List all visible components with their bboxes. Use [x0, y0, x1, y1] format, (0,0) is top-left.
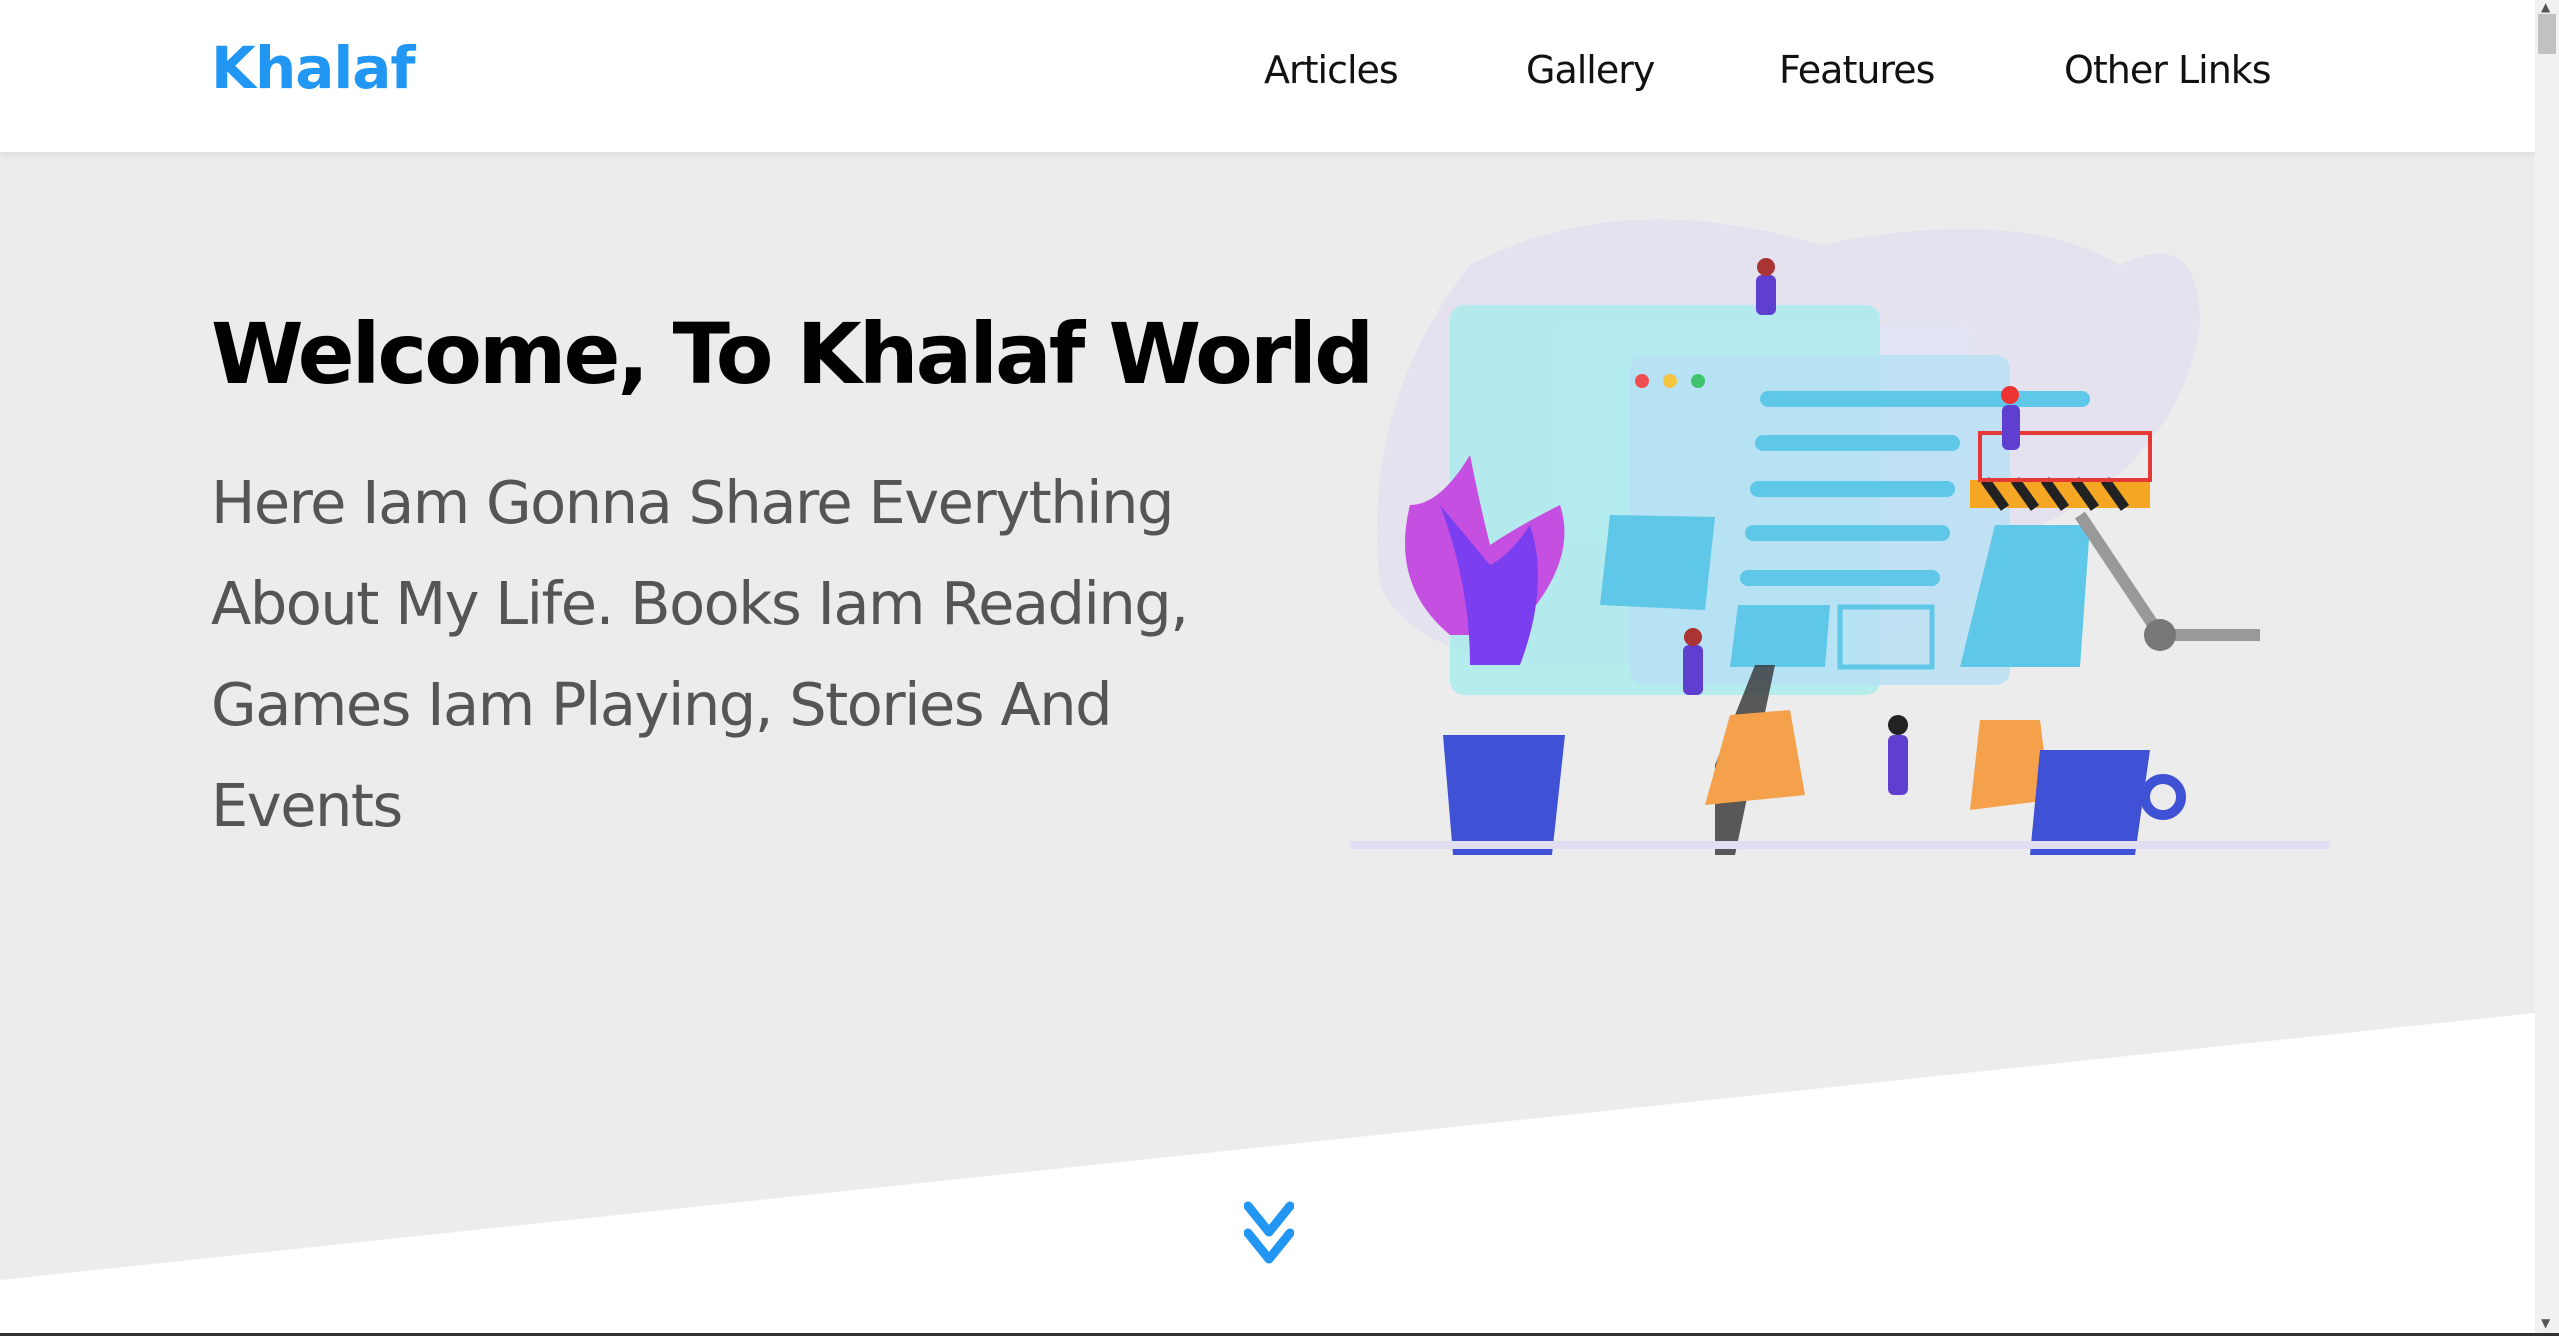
- vertical-scrollbar[interactable]: ▲ ▼: [2535, 0, 2559, 1333]
- hero-illustration: [1350, 219, 2330, 855]
- scrollbar-thumb[interactable]: [2538, 14, 2556, 54]
- nav-articles[interactable]: Articles: [1264, 48, 1399, 92]
- nav-features[interactable]: Features: [1779, 48, 1935, 92]
- site-header: Khalaf Articles Gallery Features Other L…: [0, 0, 2535, 152]
- nav-other-links[interactable]: Other Links: [2064, 48, 2272, 92]
- scroll-up-arrow-icon[interactable]: ▲: [2541, 0, 2550, 14]
- page: Khalaf Articles Gallery Features Other L…: [0, 0, 2535, 1333]
- logo-link[interactable]: Khalaf: [211, 34, 416, 102]
- nav-gallery[interactable]: Gallery: [1526, 48, 1655, 92]
- scroll-down-arrow-icon[interactable]: ▼: [2541, 1316, 2550, 1330]
- double-chevron-down-icon[interactable]: [1244, 1200, 1294, 1264]
